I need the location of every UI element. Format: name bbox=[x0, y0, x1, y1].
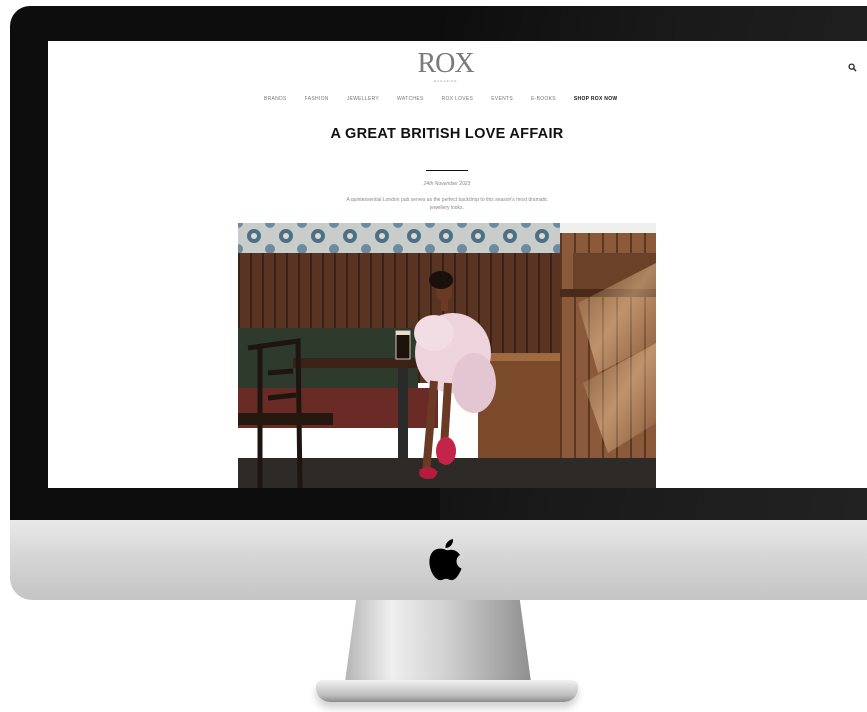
monitor-stand bbox=[345, 600, 531, 682]
nav-item-jewellery[interactable]: JEWELLERY bbox=[347, 96, 379, 102]
title-divider bbox=[426, 170, 468, 171]
nav-item-fashion[interactable]: FASHION bbox=[305, 96, 329, 102]
article-title: A GREAT BRITISH LOVE AFFAIR bbox=[330, 126, 564, 142]
nav-item-shop-rox-now[interactable]: SHOP ROX NOW bbox=[574, 96, 618, 102]
main-navigation: BRANDS FASHION JEWELLERY WATCHES ROX LOV… bbox=[264, 94, 617, 104]
apple-logo-icon bbox=[429, 539, 462, 581]
monitor-stand-foot bbox=[316, 680, 578, 702]
search-icon[interactable] bbox=[848, 63, 857, 72]
article-standfirst: A quintessential London pub serves as th… bbox=[346, 197, 548, 211]
article-date: 24th November 2023 bbox=[423, 181, 471, 187]
article-hero-image bbox=[238, 223, 656, 488]
nav-item-events[interactable]: EVENTS bbox=[491, 96, 513, 102]
browser-screen: ROX MAGAZINE BRANDS FASHION JEWELLERY WA… bbox=[48, 41, 867, 488]
site-logo-subtitle: MAGAZINE bbox=[433, 79, 458, 83]
nav-item-e-books[interactable]: E-BOOKS bbox=[531, 96, 556, 102]
nav-item-brands[interactable]: BRANDS bbox=[264, 96, 287, 102]
nav-item-rox-loves[interactable]: ROX LOVES bbox=[442, 96, 474, 102]
site-logo[interactable]: ROX bbox=[48, 49, 843, 79]
nav-item-watches[interactable]: WATCHES bbox=[397, 96, 424, 102]
